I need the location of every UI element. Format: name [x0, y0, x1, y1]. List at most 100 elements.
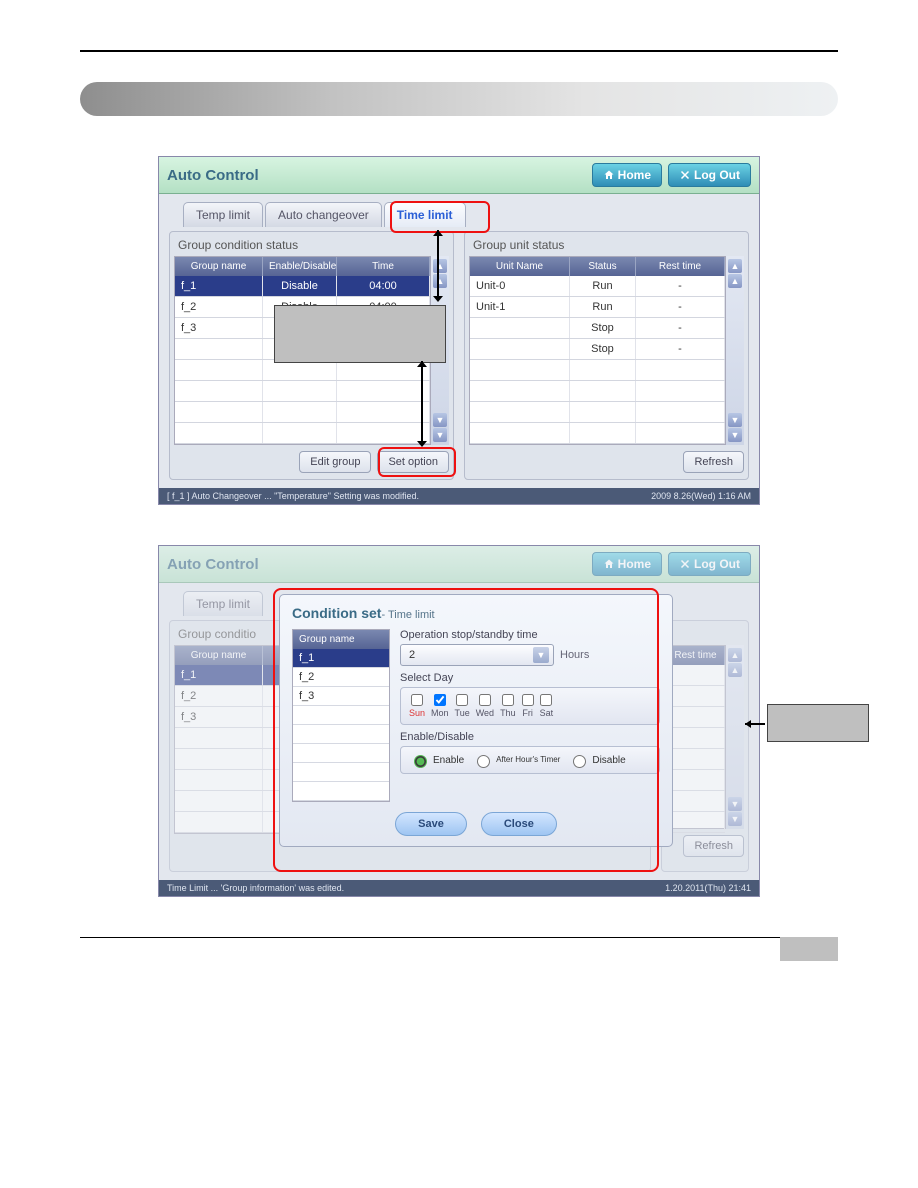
table-row[interactable]: [470, 402, 725, 423]
table-row[interactable]: [470, 423, 725, 444]
app-header: Auto Control Home Log Out: [159, 157, 759, 194]
table-row[interactable]: Stop-: [470, 339, 725, 360]
col-rest-time: Rest time: [636, 257, 725, 276]
scroll-top-icon[interactable]: ▲: [728, 259, 742, 273]
table-row[interactable]: f_1Disable04:00: [175, 276, 430, 297]
list-item[interactable]: f_2: [293, 668, 389, 687]
table-row[interactable]: [470, 360, 725, 381]
close-icon: [679, 169, 691, 181]
status-datetime: 2009 8.26(Wed) 1:16 AM: [651, 491, 751, 501]
day-wed[interactable]: Wed: [476, 694, 494, 718]
save-button[interactable]: Save: [395, 812, 467, 836]
col-group-name: Group name: [175, 257, 263, 276]
col-time: Time: [337, 257, 430, 276]
scroll-down-icon[interactable]: ▼: [433, 413, 447, 427]
day-tue[interactable]: Tue: [455, 694, 470, 718]
radio-enable[interactable]: Enable: [409, 752, 464, 768]
close-icon: [679, 558, 691, 570]
list-item[interactable]: [293, 763, 389, 782]
scroll-up-icon[interactable]: ▲: [433, 274, 447, 288]
page-number-box: [780, 937, 838, 961]
tab-temp-limit[interactable]: Temp limit: [183, 202, 263, 227]
scrollbar[interactable]: ▲▲ ▼▼: [726, 256, 744, 445]
operation-time-select[interactable]: 2 ▼: [400, 644, 554, 666]
chevron-down-icon: ▼: [533, 647, 549, 663]
status-message: [ f_1 ] Auto Changeover ... "Temperature…: [167, 491, 419, 501]
table-row[interactable]: Unit-1Run-: [470, 297, 725, 318]
table-row[interactable]: Stop-: [470, 318, 725, 339]
day-thu[interactable]: Thu: [500, 694, 516, 718]
callout-box-1: [274, 305, 446, 363]
dialog-group-list: Group name f_1 f_2 f_3: [292, 629, 390, 802]
screenshot-1: Auto Control Home Log Out Temp limit Aut…: [158, 156, 760, 505]
home-button[interactable]: Home: [592, 552, 662, 576]
radio-after-hours[interactable]: After Hour's Timer: [472, 752, 560, 768]
home-button[interactable]: Home: [592, 163, 662, 187]
tab-strip: Temp limit Auto changeover Time limit: [183, 202, 749, 227]
logout-button[interactable]: Log Out: [668, 552, 751, 576]
tab-auto-changeover[interactable]: Auto changeover: [265, 202, 382, 227]
table-row[interactable]: Unit-0Run-: [470, 276, 725, 297]
scrollbar[interactable]: ▲▲ ▼▼: [726, 645, 744, 829]
col-unit-name: Unit Name: [470, 257, 570, 276]
operation-time-unit: Hours: [560, 649, 589, 661]
day-selector: Sun Mon Tue Wed Thu Fri Sat: [400, 687, 660, 725]
section-heading-bar: [80, 82, 838, 116]
table-row[interactable]: [470, 381, 725, 402]
list-item[interactable]: [293, 782, 389, 801]
home-label: Home: [618, 168, 651, 182]
operation-time-value: 2: [409, 649, 415, 661]
logout-button[interactable]: Log Out: [668, 163, 751, 187]
list-item[interactable]: f_3: [293, 687, 389, 706]
scroll-down-icon[interactable]: ▼: [728, 413, 742, 427]
home-icon: [603, 558, 615, 570]
day-sun[interactable]: Sun: [409, 694, 425, 718]
document-page: Auto Control Home Log Out Temp limit Aut…: [0, 0, 918, 1021]
table-row[interactable]: [175, 402, 430, 423]
scroll-bottom-icon[interactable]: ▼: [433, 428, 447, 442]
set-option-button[interactable]: Set option: [377, 451, 449, 473]
dialog-title: Condition set- Time limit: [292, 605, 660, 621]
day-sat[interactable]: Sat: [540, 694, 554, 718]
screenshot-2: Auto Control Home Log Out Temp limit Gro…: [158, 545, 760, 897]
scroll-up-icon[interactable]: ▲: [728, 274, 742, 288]
day-fri[interactable]: Fri: [522, 694, 534, 718]
logout-label: Log Out: [694, 557, 740, 571]
select-day-label: Select Day: [400, 672, 660, 684]
tab-temp-limit[interactable]: Temp limit: [183, 591, 263, 616]
tab-time-limit[interactable]: Time limit: [384, 202, 466, 227]
home-icon: [603, 169, 615, 181]
dialog-group-col: Group name: [293, 630, 389, 649]
col-enable-disable: Enable/Disable: [263, 257, 337, 276]
list-item[interactable]: [293, 725, 389, 744]
status-bar: [ f_1 ] Auto Changeover ... "Temperature…: [159, 488, 759, 504]
status-bar: Time Limit ... 'Group information' was e…: [159, 880, 759, 896]
refresh-button[interactable]: Refresh: [683, 835, 744, 857]
enable-disable-label: Enable/Disable: [400, 731, 660, 743]
group-condition-title: Group condition status: [174, 236, 449, 256]
logout-label: Log Out: [694, 168, 740, 182]
close-button[interactable]: Close: [481, 812, 557, 836]
group-unit-panel: Group unit status Unit Name Status Rest …: [464, 231, 749, 480]
table-row[interactable]: [175, 381, 430, 402]
radio-disable[interactable]: Disable: [568, 752, 625, 768]
operation-time-label: Operation stop/standby time: [400, 629, 660, 641]
list-item[interactable]: [293, 706, 389, 725]
app-body: Temp limit Auto changeover Time limit Gr…: [159, 194, 759, 488]
header-rule: [80, 50, 838, 52]
edit-group-button[interactable]: Edit group: [299, 451, 371, 473]
callout-box-2: [767, 704, 869, 742]
table-row[interactable]: [175, 423, 430, 444]
condition-set-dialog: Condition set- Time limit Group name f_1…: [279, 594, 673, 847]
list-item[interactable]: f_1: [293, 649, 389, 668]
footer-rule: [80, 937, 838, 961]
scroll-bottom-icon[interactable]: ▼: [728, 428, 742, 442]
refresh-button[interactable]: Refresh: [683, 451, 744, 473]
scroll-top-icon[interactable]: ▲: [433, 259, 447, 273]
table-row[interactable]: [175, 360, 430, 381]
day-mon[interactable]: Mon: [431, 694, 449, 718]
app-header: Auto Control Home Log Out: [159, 546, 759, 583]
app-title: Auto Control: [167, 167, 586, 184]
status-datetime: 1.20.2011(Thu) 21:41: [665, 883, 751, 893]
list-item[interactable]: [293, 744, 389, 763]
